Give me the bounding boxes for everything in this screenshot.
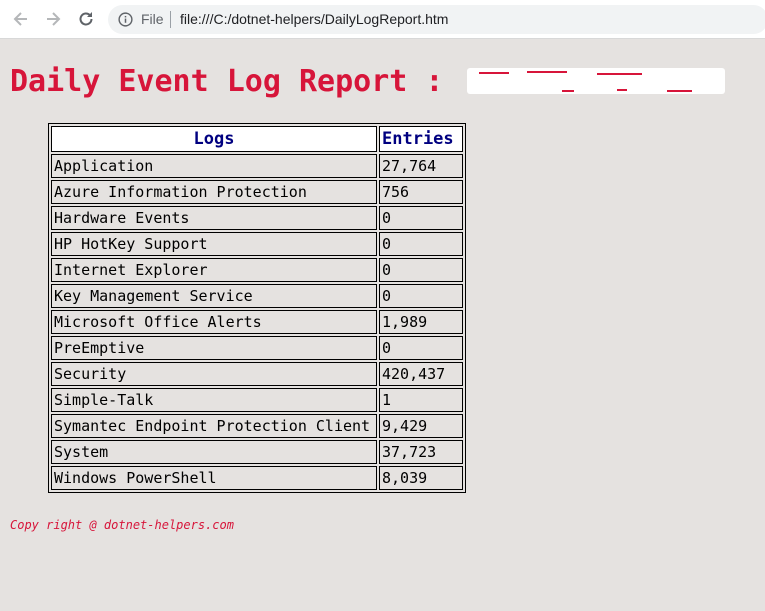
arrow-left-icon[interactable] <box>11 9 31 29</box>
entries-count-cell: 8,039 <box>379 466 463 490</box>
entries-count-cell: 0 <box>379 336 463 360</box>
url-text[interactable]: file:///C:/dotnet-helpers/DailyLogReport… <box>180 11 448 27</box>
entries-count-cell: 0 <box>379 258 463 282</box>
table-row: Hardware Events 0 <box>51 206 463 230</box>
log-name-cell: Azure Information Protection <box>51 180 377 204</box>
entries-count-cell: 1,989 <box>379 310 463 334</box>
table-row: Simple-Talk 1 <box>51 388 463 412</box>
log-name-cell: Key Management Service <box>51 284 377 308</box>
entries-count-cell: 37,723 <box>379 440 463 464</box>
table-header-row: Logs Entries <box>51 126 463 152</box>
table-row: Key Management Service 0 <box>51 284 463 308</box>
table-row: Internet Explorer 0 <box>51 258 463 282</box>
entries-count-cell: 9,429 <box>379 414 463 438</box>
reload-icon[interactable] <box>76 9 96 29</box>
log-name-cell: Internet Explorer <box>51 258 377 282</box>
table-row: Microsoft Office Alerts 1,989 <box>51 310 463 334</box>
info-icon[interactable] <box>118 12 133 27</box>
log-entries-table: Logs Entries Application 27,764 Azure In… <box>48 123 466 493</box>
table-row: PreEmptive 0 <box>51 336 463 360</box>
column-header-logs: Logs <box>51 126 377 152</box>
footer-copyright: Copy right @ dotnet-helpers.com <box>10 518 234 532</box>
log-name-cell: Windows PowerShell <box>51 466 377 490</box>
page-title: Daily Event Log Report : <box>10 64 462 99</box>
log-name-cell: System <box>51 440 377 464</box>
address-divider <box>170 11 171 28</box>
log-name-cell: PreEmptive <box>51 336 377 360</box>
table-row: Application 27,764 <box>51 154 463 178</box>
redacted-machine-name <box>467 68 725 94</box>
address-bar[interactable]: File file:///C:/dotnet-helpers/DailyLogR… <box>108 5 765 34</box>
entries-count-cell: 0 <box>379 232 463 256</box>
entries-count-cell: 27,764 <box>379 154 463 178</box>
log-name-cell: Microsoft Office Alerts <box>51 310 377 334</box>
table-row: HP HotKey Support 0 <box>51 232 463 256</box>
log-name-cell: Application <box>51 154 377 178</box>
log-name-cell: Symantec Endpoint Protection Client <box>51 414 377 438</box>
table-row: Symantec Endpoint Protection Client 9,42… <box>51 414 463 438</box>
table-row: Windows PowerShell 8,039 <box>51 466 463 490</box>
entries-count-cell: 1 <box>379 388 463 412</box>
table-row: System 37,723 <box>51 440 463 464</box>
entries-count-cell: 756 <box>379 180 463 204</box>
log-name-cell: HP HotKey Support <box>51 232 377 256</box>
scheme-label[interactable]: File <box>141 11 164 27</box>
arrow-right-icon[interactable] <box>43 9 63 29</box>
entries-count-cell: 0 <box>379 206 463 230</box>
column-header-entries: Entries <box>379 126 463 152</box>
table-row: Security 420,437 <box>51 362 463 386</box>
entries-count-cell: 420,437 <box>379 362 463 386</box>
entries-count-cell: 0 <box>379 284 463 308</box>
log-name-cell: Hardware Events <box>51 206 377 230</box>
browser-toolbar: File file:///C:/dotnet-helpers/DailyLogR… <box>0 0 765 39</box>
table-row: Azure Information Protection 756 <box>51 180 463 204</box>
log-name-cell: Simple-Talk <box>51 388 377 412</box>
log-name-cell: Security <box>51 362 377 386</box>
